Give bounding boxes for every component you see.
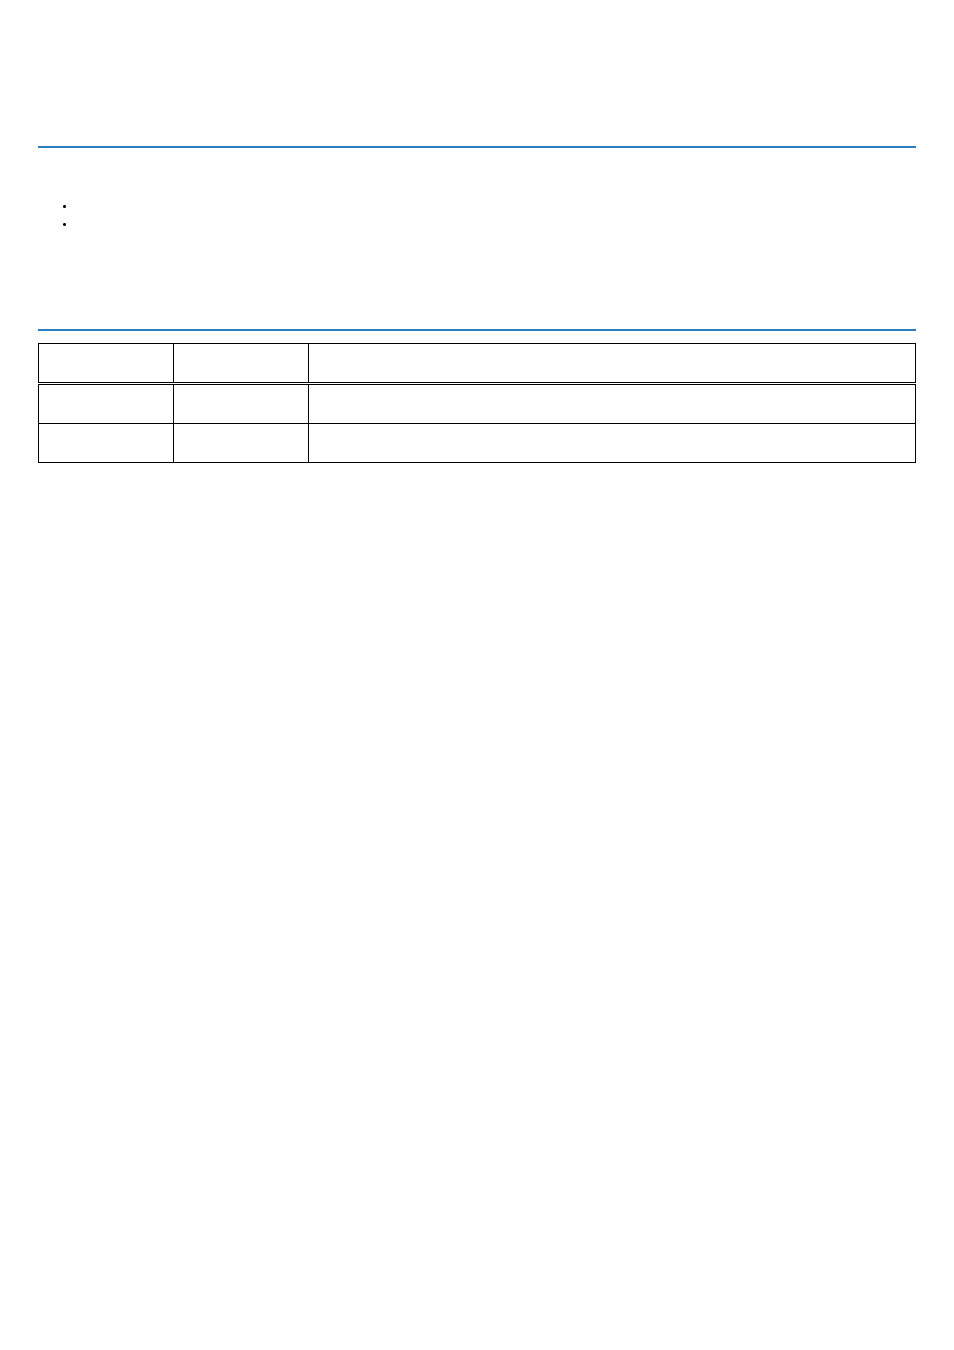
section-rule-second [38,329,916,331]
data-table [38,343,916,463]
list-item [76,218,916,232]
table-cell [174,423,309,462]
section-rule-top [38,146,916,148]
list-item [76,200,916,214]
table-cell [309,383,916,423]
table-row [39,383,916,423]
table-header-cell [309,343,916,383]
table-header-cell [39,343,174,383]
table-cell [39,383,174,423]
table-header-row [39,343,916,383]
table-row [39,423,916,462]
table-cell [309,423,916,462]
bullet-list [76,200,916,233]
table-cell [39,423,174,462]
table-cell [174,383,309,423]
table-header-cell [174,343,309,383]
